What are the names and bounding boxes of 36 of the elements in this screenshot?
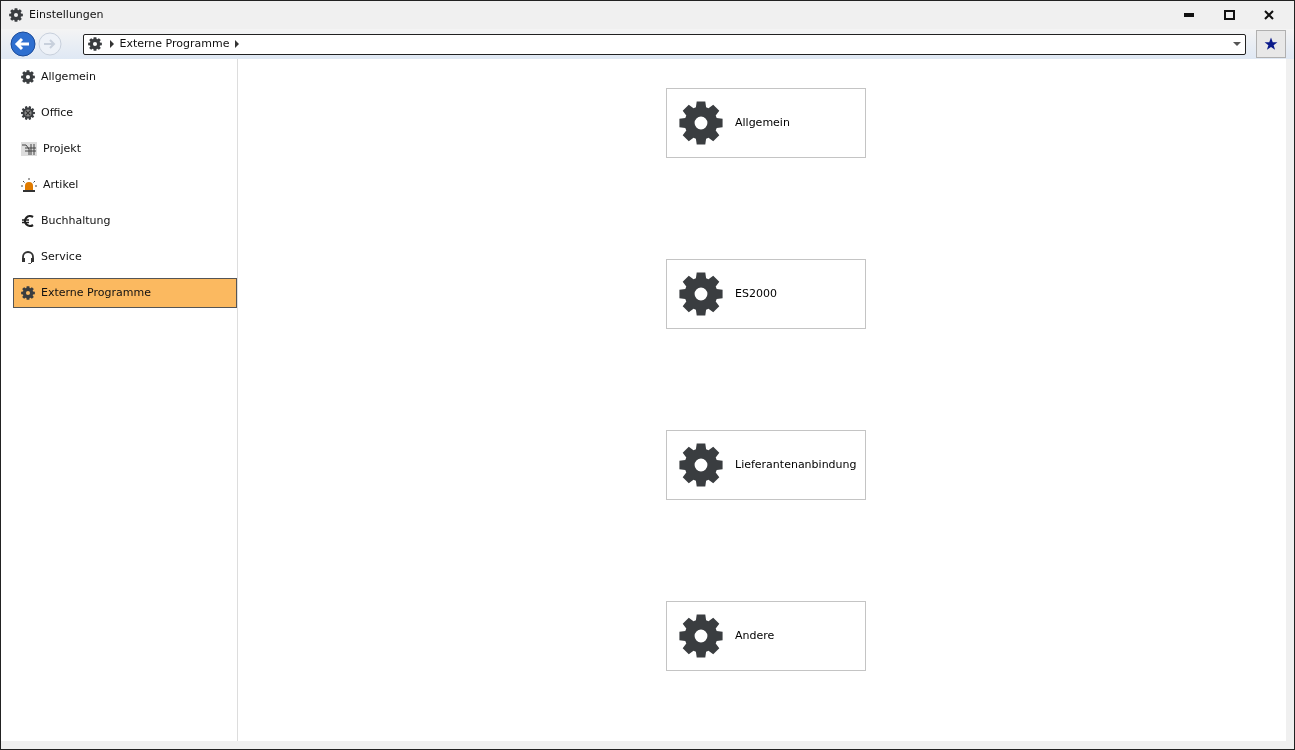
settings-icon <box>88 37 102 51</box>
settings-icon <box>9 8 23 22</box>
sidebar-item[interactable]: Buchhaltung <box>13 206 237 236</box>
maximize-icon <box>1223 10 1235 20</box>
gear-icon <box>679 443 723 487</box>
settings-tile[interactable]: Andere <box>666 601 866 671</box>
chevron-icon <box>110 40 114 48</box>
gear-icon <box>21 70 35 84</box>
headset-icon <box>21 250 35 264</box>
close-icon <box>1264 10 1274 20</box>
window-title: Einstellungen <box>29 6 104 23</box>
settings-tile[interactable]: ES2000 <box>666 259 866 329</box>
star-icon <box>1264 37 1278 51</box>
sidebar-item[interactable]: Artikel <box>13 170 237 200</box>
beacon-icon <box>21 178 37 192</box>
gear-icon <box>679 272 723 316</box>
settings-tile[interactable]: Allgemein <box>666 88 866 158</box>
chart-icon <box>21 142 37 156</box>
back-button[interactable] <box>10 31 36 57</box>
settings-tile[interactable]: Lieferantenanbindung <box>666 430 866 500</box>
minimize-icon <box>1184 13 1194 17</box>
gear-icon <box>21 106 35 120</box>
sidebar-item[interactable]: Projekt <box>13 134 237 164</box>
sidebar-item[interactable]: Allgemein <box>13 62 237 92</box>
address-bar[interactable]: Externe Programme <box>83 33 1246 55</box>
euro-icon <box>21 214 35 228</box>
chevron-icon <box>235 40 239 48</box>
gear-icon <box>21 286 35 300</box>
favorite-button[interactable] <box>1256 30 1286 58</box>
sidebar-item[interactable]: Service <box>13 242 237 272</box>
gear-icon <box>679 101 723 145</box>
sidebar-item[interactable]: Office <box>13 98 237 128</box>
gear-icon <box>679 614 723 658</box>
sidebar-item[interactable]: Externe Programme <box>13 278 237 308</box>
breadcrumb-item[interactable]: Externe Programme <box>119 35 230 53</box>
dropdown-icon <box>1233 42 1241 46</box>
